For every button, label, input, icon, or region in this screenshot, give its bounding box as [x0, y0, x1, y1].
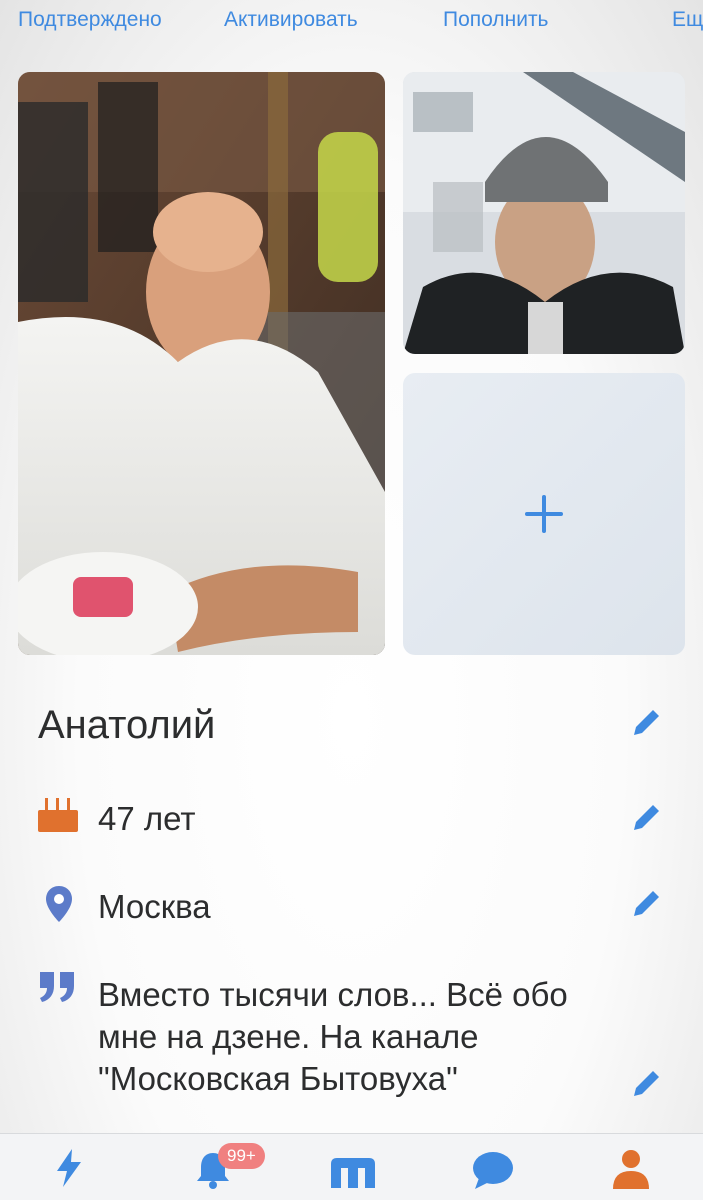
secondary-profile-photo[interactable] [403, 72, 685, 354]
chat-icon [473, 1152, 513, 1189]
cake-icon [36, 796, 80, 834]
tab-main[interactable] [318, 1134, 388, 1200]
lightning-icon [57, 1149, 81, 1187]
notifications-badge: 99+ [218, 1143, 265, 1169]
edit-city-button[interactable] [630, 886, 664, 920]
bottom-tab-bar [0, 1133, 703, 1200]
edit-age-button[interactable] [630, 800, 664, 834]
edit-about-button[interactable] [630, 1066, 664, 1100]
tab-profile[interactable] [596, 1134, 666, 1200]
tab-messages[interactable] [458, 1134, 528, 1200]
profile-about: Вместо тысячи слов... Всё обо мне на дзе… [98, 976, 568, 1097]
profile-city: Москва [98, 888, 211, 925]
profile-age: 47 лет [98, 800, 196, 837]
edit-name-button[interactable] [630, 705, 664, 739]
profile-icon [613, 1150, 649, 1189]
profile-name: Анатолий [38, 703, 216, 747]
pencil-icon [634, 805, 659, 830]
plus-icon [525, 495, 563, 533]
main-profile-photo[interactable] [18, 72, 385, 655]
more-link[interactable]: Ещё [672, 8, 703, 32]
activate-link[interactable]: Активировать [224, 8, 358, 32]
pencil-icon [634, 710, 659, 735]
confirmed-link[interactable]: Подтверждено [18, 8, 162, 32]
quote-icon [38, 968, 78, 1004]
pencil-icon [634, 891, 659, 916]
tab-lightning[interactable] [34, 1134, 104, 1200]
m-logo-icon [331, 1158, 375, 1188]
top-actions-bar: Подтверждено Активировать Пополнить Ещё [0, 0, 703, 44]
location-pin-icon [44, 884, 74, 924]
top-up-link[interactable]: Пополнить [443, 8, 549, 32]
add-photo-button[interactable] [403, 373, 685, 655]
pencil-icon [634, 1071, 659, 1096]
